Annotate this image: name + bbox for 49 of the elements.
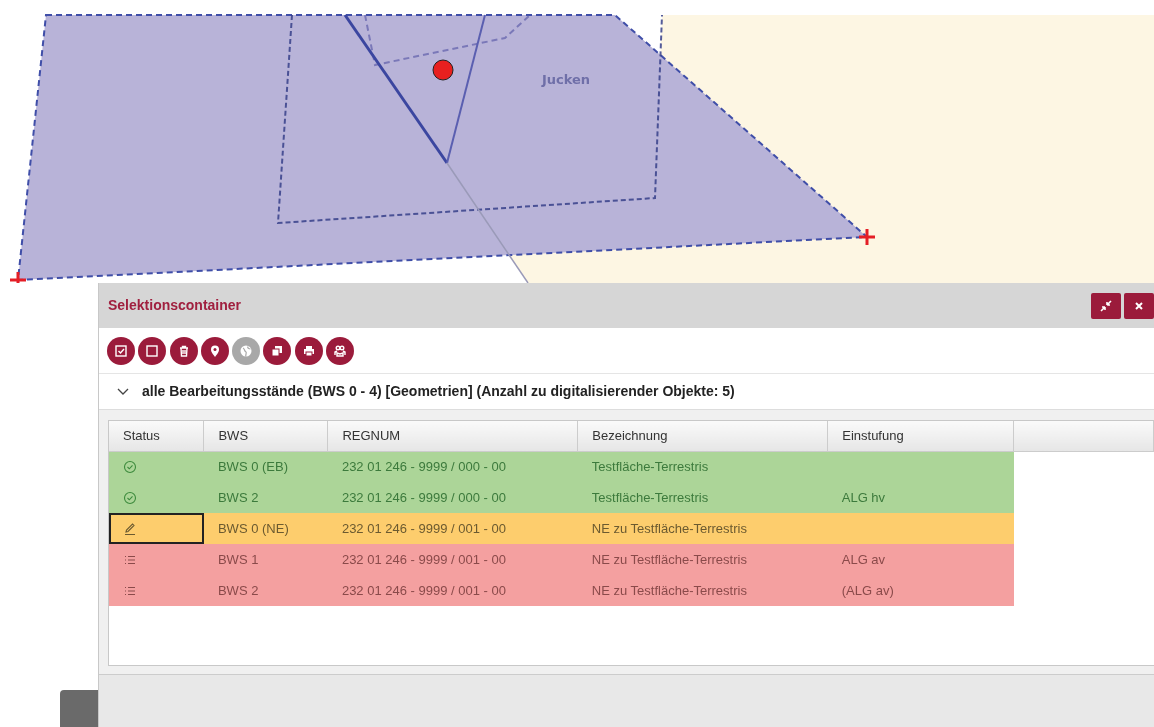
table-cell: Testfläche-Terrestris [591, 459, 709, 474]
table-cell: 232 01 246 - 9999 / 001 - 00 [341, 551, 506, 567]
toolbar-button[interactable] [263, 336, 292, 365]
toolbar-button[interactable] [138, 336, 167, 365]
check-circle-icon [123, 459, 137, 474]
check-circle-icon [123, 490, 137, 505]
column-header[interactable]: BWS [203, 421, 328, 451]
square-icon [145, 343, 160, 358]
toolbar-button[interactable] [200, 336, 229, 365]
people-icon [332, 343, 347, 358]
table-cell: BWS 0 (NE) [217, 520, 289, 536]
table-cell: NE zu Testfläche-Terrestris [591, 520, 747, 536]
table-cell: ALG av [841, 551, 886, 567]
column-header[interactable]: REGNUM [327, 421, 578, 451]
column-header[interactable]: Status [109, 421, 204, 451]
toolbar-button[interactable] [294, 336, 323, 365]
table-cell: NE zu Testfläche-Terrestris [591, 582, 747, 598]
pencil-icon [123, 521, 137, 536]
column-header[interactable]: Einstufung [827, 421, 1014, 451]
close-button[interactable] [1124, 292, 1154, 319]
place-label: Jucken [541, 72, 591, 87]
copy-icon [270, 343, 285, 358]
arrows-inward-icon [1099, 299, 1112, 312]
collapse-button[interactable] [1090, 292, 1121, 319]
checkbox-icon [114, 343, 128, 358]
table-cell: 232 01 246 - 9999 / 001 - 00 [341, 582, 506, 598]
table-cell: BWS 0 (EB) [217, 459, 289, 474]
point-marker[interactable] [432, 59, 454, 81]
column-header[interactable]: Bezeichnung [577, 421, 828, 451]
chevron-icon[interactable] [117, 387, 129, 396]
toolbar-button[interactable] [107, 336, 135, 365]
toolbar-button[interactable] [325, 336, 354, 365]
table-cell: BWS 2 [217, 489, 259, 505]
toolbar-button[interactable] [169, 336, 198, 365]
table-cell: Testfläche-Terrestris [591, 489, 709, 505]
panel-title: Selektionscontainer [108, 296, 242, 315]
table-cell: BWS 2 [217, 582, 259, 598]
table-cell: 232 01 246 - 9999 / 001 - 00 [341, 520, 506, 536]
table-cell: (ALG av) [841, 582, 894, 598]
vertex-handle[interactable] [857, 227, 877, 247]
printer-icon [301, 343, 316, 358]
vertex-handle[interactable] [8, 270, 28, 283]
table-cell: 232 01 246 - 9999 / 000 - 00 [341, 459, 506, 474]
table-cell: NE zu Testfläche-Terrestris [591, 551, 747, 567]
globe-icon [239, 343, 253, 358]
table-cell: ALG hv [841, 489, 886, 505]
table-cell: BWS 1 [217, 551, 259, 567]
close-icon [1134, 300, 1144, 311]
table-cell: 232 01 246 - 9999 / 000 - 00 [341, 489, 506, 505]
